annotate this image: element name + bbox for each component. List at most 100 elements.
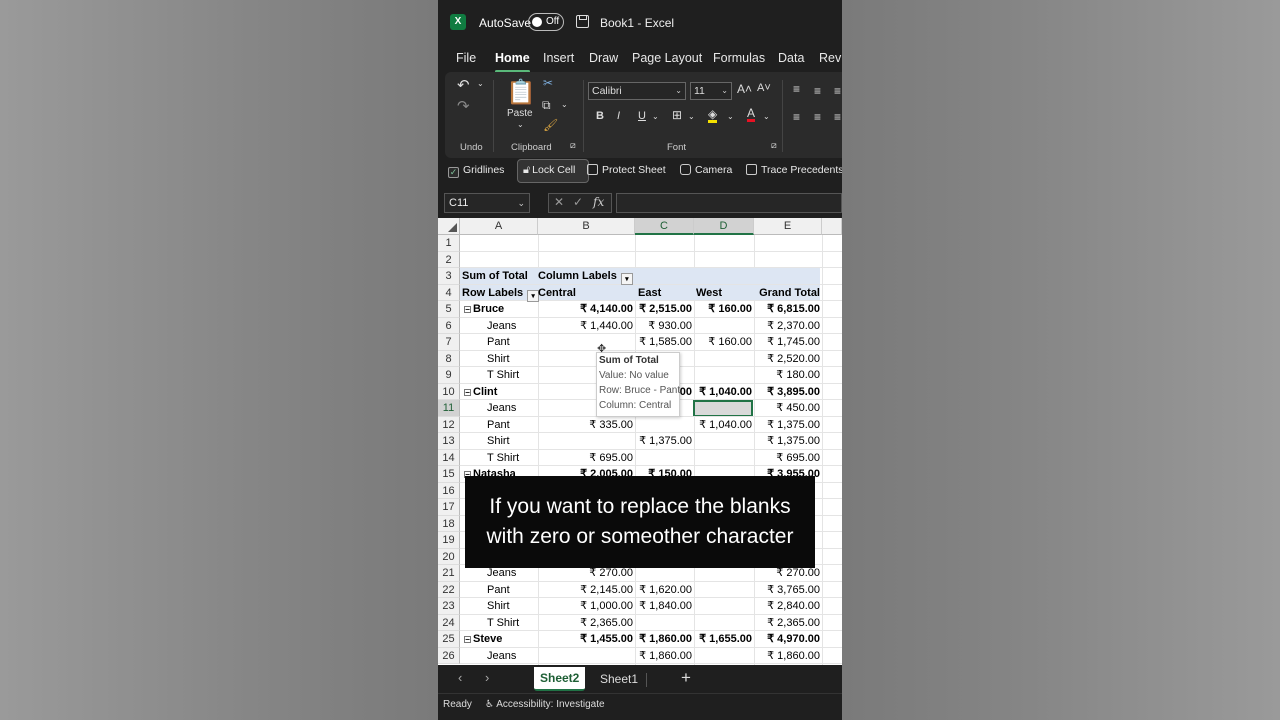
row-header[interactable]: 25 — [438, 631, 460, 648]
font-color-dropdown-icon[interactable]: ⌄ — [763, 112, 770, 121]
column-header-c[interactable]: C — [635, 218, 694, 235]
row-header[interactable]: 24 — [438, 614, 460, 631]
row-header[interactable]: 5 — [438, 301, 460, 318]
scroll-left-icon[interactable]: ‹ — [458, 670, 462, 685]
column-header-a[interactable]: A — [460, 218, 538, 235]
gridlines-checkbox[interactable]: ✓ Gridlines — [448, 164, 504, 178]
paste-label[interactable]: Paste — [507, 108, 533, 119]
table-cell[interactable]: ₹ 450.00 — [754, 400, 820, 417]
tab-page-layout[interactable]: Page Layout — [632, 51, 702, 65]
table-cell[interactable]: Pant — [487, 334, 563, 351]
table-cell[interactable]: ₹ 4,970.00 — [754, 631, 820, 648]
table-cell[interactable]: − Clint — [464, 384, 540, 401]
row-header[interactable]: 10 — [438, 383, 460, 400]
table-cell[interactable]: ₹ 2,365.00 — [538, 615, 633, 632]
increase-font-icon[interactable]: A˄ — [737, 82, 752, 96]
table-cell[interactable]: ₹ 695.00 — [538, 450, 633, 467]
row-header[interactable]: 4 — [438, 284, 460, 301]
table-cell[interactable]: Shirt — [487, 433, 563, 450]
table-cell[interactable]: ₹ 930.00 — [635, 318, 692, 335]
table-cell[interactable]: ₹ 1,000.00 — [538, 598, 633, 615]
row-header[interactable]: 8 — [438, 350, 460, 367]
table-cell[interactable]: ₹ 2,145.00 — [538, 582, 633, 599]
copy-icon[interactable]: ⧉ — [542, 98, 551, 113]
row-header[interactable]: 13 — [438, 433, 460, 450]
save-icon[interactable] — [576, 15, 589, 28]
table-cell[interactable]: ₹ 1,620.00 — [635, 582, 692, 599]
decrease-font-icon[interactable]: A˅ — [757, 82, 771, 94]
worksheet-grid[interactable]: A B C D E 1 2 3 Sum of Total Column Labels ▾ 4… — [438, 218, 842, 665]
pivot-header-cell[interactable]: West — [694, 285, 754, 302]
table-cell[interactable]: ₹ 160.00 — [694, 334, 752, 351]
tab-review[interactable]: Revi — [819, 51, 842, 65]
undo-dropdown-icon[interactable]: ⌄ — [477, 79, 484, 88]
fill-color-dropdown-icon[interactable]: ⌄ — [727, 112, 734, 121]
lock-cell-button[interactable]: 🔓︎ Lock Cell — [517, 159, 589, 183]
cut-icon[interactable]: ✂ — [543, 76, 553, 90]
table-cell[interactable]: ₹ 3,765.00 — [754, 582, 820, 599]
table-cell[interactable]: ₹ 2,365.00 — [754, 615, 820, 632]
row-header[interactable]: 14 — [438, 449, 460, 466]
pivot-header-cell[interactable]: Column Labels ▾ — [538, 268, 633, 285]
table-cell[interactable]: ₹ 335.00 — [538, 417, 633, 434]
font-color-icon[interactable]: A — [747, 107, 756, 122]
column-header-d[interactable]: D — [694, 218, 754, 235]
clipboard-launcher-icon[interactable]: ⧄ — [570, 140, 576, 151]
row-header[interactable]: 12 — [438, 416, 460, 433]
row-header[interactable]: 7 — [438, 334, 460, 351]
redo-icon[interactable]: ↷ — [457, 97, 470, 115]
row-header[interactable]: 11 — [438, 400, 460, 417]
align-middle-icon[interactable]: ≡ — [814, 84, 821, 98]
font-name-select[interactable]: Calibri ⌄ — [588, 82, 686, 100]
tab-file[interactable]: File — [456, 51, 476, 65]
table-cell[interactable]: ₹ 3,895.00 — [754, 384, 820, 401]
table-cell[interactable]: − Bruce — [464, 301, 540, 318]
row-header[interactable]: 20 — [438, 548, 460, 565]
selected-cell-c11[interactable] — [693, 400, 753, 417]
table-cell[interactable]: ₹ 1,860.00 — [635, 631, 692, 648]
font-size-select[interactable]: 11 ⌄ — [690, 82, 732, 100]
fill-color-icon[interactable]: ◈ — [708, 108, 718, 123]
table-cell[interactable]: ₹ 1,860.00 — [635, 648, 692, 665]
italic-icon[interactable]: I — [617, 110, 620, 122]
row-header[interactable]: 6 — [438, 317, 460, 334]
camera-button[interactable]: Camera — [680, 164, 732, 176]
row-header[interactable]: 26 — [438, 647, 460, 664]
table-cell[interactable]: ₹ 160.00 — [694, 301, 752, 318]
underline-icon[interactable]: U — [638, 110, 646, 122]
table-cell[interactable]: ₹ 1,440.00 — [538, 318, 633, 335]
table-cell[interactable]: − Steve — [464, 631, 540, 648]
table-cell[interactable]: ₹ 6,815.00 — [754, 301, 820, 318]
paste-dropdown-icon[interactable]: ⌄ — [517, 120, 524, 129]
tab-draw[interactable]: Draw — [589, 51, 618, 65]
row-header[interactable]: 16 — [438, 482, 460, 499]
table-cell[interactable]: ₹ 1,375.00 — [635, 433, 692, 450]
column-header-b[interactable]: B — [538, 218, 635, 235]
row-header[interactable]: 2 — [438, 251, 460, 268]
sheet-tab-sheet2[interactable]: Sheet2 — [534, 667, 586, 691]
undo-icon[interactable]: ↶ — [457, 76, 470, 94]
table-cell[interactable]: ₹ 2,840.00 — [754, 598, 820, 615]
font-launcher-icon[interactable]: ⧄ — [771, 140, 777, 151]
row-header[interactable]: 21 — [438, 565, 460, 582]
row-header[interactable]: 23 — [438, 598, 460, 615]
table-cell[interactable]: ₹ 2,515.00 — [635, 301, 692, 318]
collapse-icon[interactable]: − — [464, 306, 471, 314]
align-top-icon[interactable]: ≡ — [793, 82, 800, 96]
accessibility-status[interactable]: ♿︎ Accessibility: Investigate — [485, 699, 605, 710]
collapse-icon[interactable]: − — [464, 388, 471, 396]
pivot-header-cell[interactable]: Central — [538, 285, 633, 302]
filter-dropdown-icon[interactable]: ▾ — [620, 273, 633, 285]
row-header[interactable]: 3 — [438, 268, 460, 285]
align-center-icon[interactable]: ≡ — [814, 110, 821, 124]
cancel-icon[interactable]: ✕ — [554, 195, 564, 209]
table-cell[interactable]: ₹ 180.00 — [754, 367, 820, 384]
column-header-e[interactable]: E — [754, 218, 822, 235]
table-cell[interactable]: ₹ 1,860.00 — [754, 648, 820, 665]
borders-icon[interactable]: ⊞ — [672, 108, 682, 122]
table-cell[interactable]: ₹ 2,370.00 — [754, 318, 820, 335]
row-header[interactable]: 19 — [438, 532, 460, 549]
paste-icon[interactable]: 📋 — [506, 78, 536, 107]
row-header[interactable]: 1 — [438, 235, 460, 252]
pivot-header-cell[interactable]: Row Labels ▾ — [462, 285, 540, 302]
